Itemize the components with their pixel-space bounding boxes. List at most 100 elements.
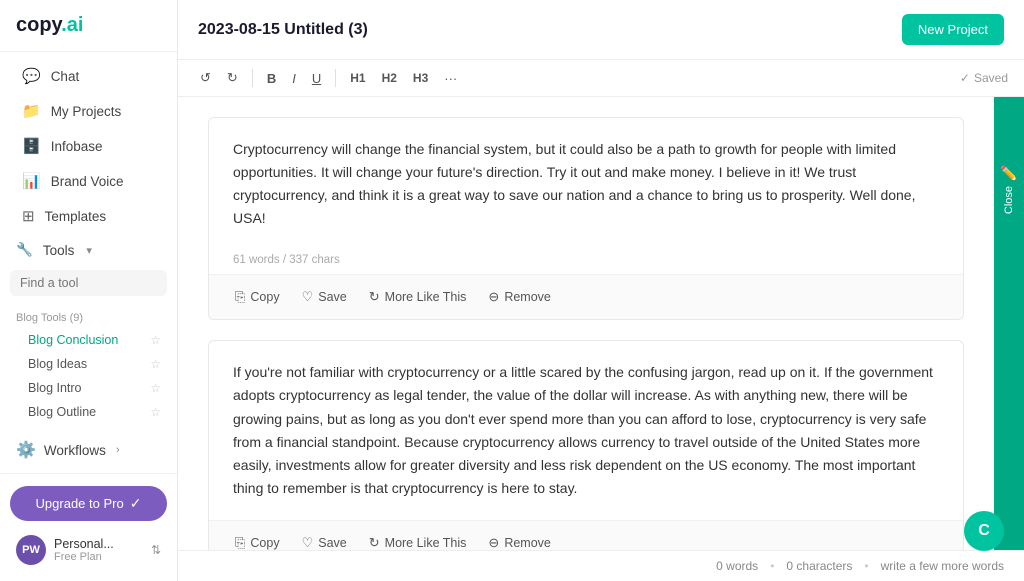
sub-item-label: Blog Outline [28,405,96,419]
save-button[interactable]: ♡ Save [292,529,357,550]
h3-button[interactable]: H3 [407,67,434,89]
remove-button[interactable]: ⊖ Remove [478,283,560,311]
content-block: If you're not familiar with cryptocurren… [208,340,964,550]
floating-avatar[interactable]: C [964,511,1004,551]
sub-item-label: Blog Intro [28,381,82,395]
sidebar-item-label: My Projects [51,104,122,119]
star-icon[interactable]: ☆ [150,381,161,395]
toolbar-divider [252,69,253,87]
sub-item-label: Blog Conclusion [28,333,118,347]
redo-button[interactable]: ↻ [221,66,244,90]
underline-button[interactable]: U [306,67,327,90]
blog-tools-section-title: Blog Tools (9) [0,304,177,328]
sidebar-item-label: Brand Voice [51,174,124,189]
toolbar-divider [335,69,336,87]
check-icon: ✓ [130,495,142,512]
projects-icon: 📁 [22,102,41,120]
sidebar-item-label: Templates [45,209,107,224]
find-tool-input[interactable] [10,270,167,296]
close-panel-button[interactable]: ✏️ Close [996,157,1021,222]
remove-icon: ⊖ [488,535,499,550]
status-hint: write a few more words [881,559,1004,573]
italic-button[interactable]: I [286,67,302,90]
content-block: Cryptocurrency will change the financial… [208,117,964,320]
edit-icon: ✏️ [1000,165,1017,182]
sidebar-item-infobase[interactable]: 🗄️ Infobase [6,129,171,163]
main-area: 2023-08-15 Untitled (3) New Project ↺ ↻ … [178,0,1024,581]
more-options-button[interactable]: ··· [438,67,463,90]
sidebar-item-blog-ideas[interactable]: Blog Ideas ☆ [0,352,177,376]
logo-container: copy.ai [0,0,177,52]
word-count: 0 words [716,559,758,573]
brand-voice-icon: 📊 [22,172,41,190]
close-panel: ✏️ Close [994,97,1024,550]
user-info: Personal... Free Plan [54,537,143,563]
heart-icon: ♡ [302,535,314,550]
chat-icon: 💬 [22,67,41,85]
chevron-up-down-icon: ⇅ [151,543,161,557]
upgrade-to-pro-button[interactable]: Upgrade to Pro ✓ [10,486,167,521]
star-icon[interactable]: ☆ [150,333,161,347]
infobase-icon: 🗄️ [22,137,41,155]
chevron-right-icon: › [116,444,120,456]
templates-icon: ⊞ [22,207,35,225]
user-name: Personal... [54,537,143,551]
sidebar-bottom: Upgrade to Pro ✓ PW Personal... Free Pla… [0,473,177,581]
sidebar-item-label: Infobase [51,139,103,154]
copy-button[interactable]: ⎘ Copy [225,529,290,550]
sidebar-item-brand-voice[interactable]: 📊 Brand Voice [6,164,171,198]
chevron-down-icon: ▾ [86,244,92,257]
new-project-button[interactable]: New Project [902,14,1004,45]
star-icon[interactable]: ☆ [150,405,161,419]
close-panel-label: Close [1003,186,1015,214]
sidebar-item-blog-outline[interactable]: Blog Outline ☆ [0,400,177,424]
star-icon[interactable]: ☆ [150,357,161,371]
undo-button[interactable]: ↺ [194,66,217,90]
workflows-label: Workflows [44,443,106,458]
content-actions: ⎘ Copy ♡ Save ↻ More Like This ⊖ [209,274,963,319]
tools-label: Tools [43,243,75,258]
remove-icon: ⊖ [488,289,499,305]
refresh-icon: ↻ [369,535,380,550]
user-profile[interactable]: PW Personal... Free Plan ⇅ [10,531,167,569]
sidebar-item-chat[interactable]: 💬 Chat [6,59,171,93]
check-icon: ✓ [960,71,970,85]
content-area: Cryptocurrency will change the financial… [178,97,1024,550]
h1-button[interactable]: H1 [344,67,371,89]
more-like-this-button[interactable]: ↻ More Like This [359,529,477,550]
user-plan: Free Plan [54,551,143,563]
copy-button[interactable]: ⎘ Copy [225,283,290,311]
content-meta: 61 words / 337 chars [209,250,963,274]
sidebar-item-tools[interactable]: 🔧 Tools ▾ [0,234,177,266]
sidebar-item-blog-intro[interactable]: Blog Intro ☆ [0,376,177,400]
main-content: 2023-08-15 Untitled (3) New Project ↺ ↻ … [178,0,1024,581]
copy-icon: ⎘ [235,535,245,550]
remove-button[interactable]: ⊖ Remove [478,529,560,550]
sidebar-item-blog-conclusion[interactable]: Blog Conclusion ☆ [0,328,177,352]
refresh-icon: ↻ [369,289,380,305]
content-text: Cryptocurrency will change the financial… [209,118,963,250]
content-text: If you're not familiar with cryptocurren… [209,341,963,520]
save-button[interactable]: ♡ Save [292,283,357,311]
h2-button[interactable]: H2 [376,67,403,89]
separator: • [864,559,868,573]
find-tool-container [0,266,177,304]
more-like-this-button[interactable]: ↻ More Like This [359,283,477,311]
status-bar: 0 words • 0 characters • write a few mor… [178,550,1024,581]
editor-content: Cryptocurrency will change the financial… [178,97,994,550]
copy-icon: ⎘ [235,289,245,305]
main-header: 2023-08-15 Untitled (3) New Project [178,0,1024,60]
avatar: PW [16,535,46,565]
upgrade-label: Upgrade to Pro [36,496,124,511]
bold-button[interactable]: B [261,67,282,90]
sidebar-item-my-projects[interactable]: 📁 My Projects [6,94,171,128]
heart-icon: ♡ [302,289,314,305]
sub-item-label: Blog Ideas [28,357,87,371]
sidebar-item-workflows[interactable]: ⚙️ Workflows › [0,432,177,468]
saved-status: ✓ Saved [960,71,1008,85]
sidebar-item-templates[interactable]: ⊞ Templates [6,199,171,233]
page-title: 2023-08-15 Untitled (3) [198,21,368,39]
sidebar-item-label: Chat [51,69,80,84]
workflows-icon: ⚙️ [16,440,36,460]
logo: copy.ai [16,14,83,36]
